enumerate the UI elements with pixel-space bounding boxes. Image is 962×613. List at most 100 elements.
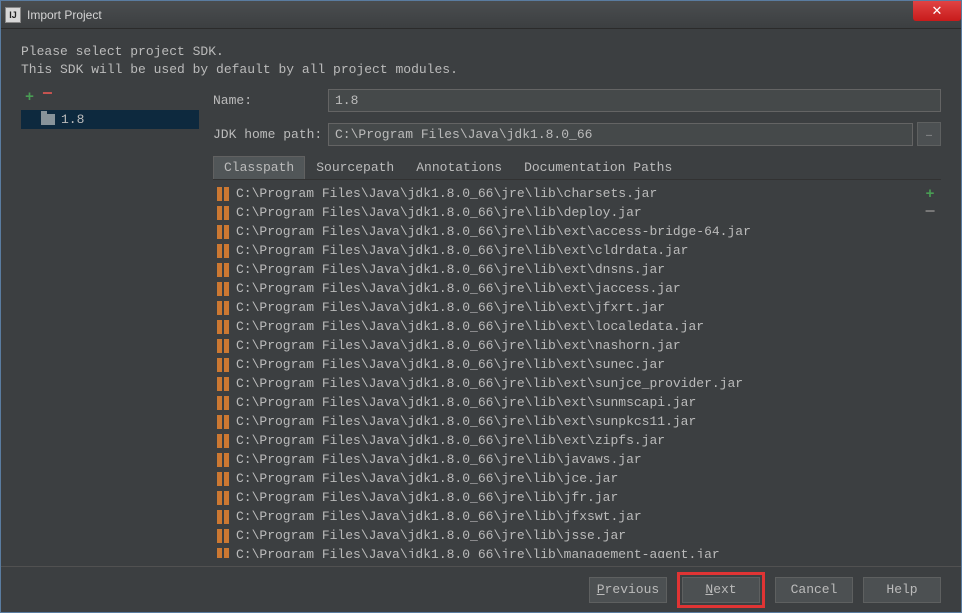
window-title: Import Project: [27, 8, 102, 22]
footer: Previous Next Cancel Help: [1, 566, 961, 612]
classpath-item[interactable]: C:\Program Files\Java\jdk1.8.0_66\jre\li…: [213, 241, 919, 260]
classpath-item[interactable]: C:\Program Files\Java\jdk1.8.0_66\jre\li…: [213, 260, 919, 279]
classpath-item[interactable]: C:\Program Files\Java\jdk1.8.0_66\jre\li…: [213, 412, 919, 431]
app-icon: IJ: [5, 7, 21, 23]
cancel-button[interactable]: Cancel: [775, 577, 853, 603]
add-classpath-button[interactable]: +: [925, 186, 934, 203]
jar-icon: [217, 415, 230, 429]
classpath-item-path: C:\Program Files\Java\jdk1.8.0_66\jre\li…: [236, 393, 696, 412]
classpath-item[interactable]: C:\Program Files\Java\jdk1.8.0_66\jre\li…: [213, 545, 919, 558]
remove-sdk-button[interactable]: −: [42, 89, 53, 106]
classpath-item[interactable]: C:\Program Files\Java\jdk1.8.0_66\jre\li…: [213, 507, 919, 526]
remove-classpath-button[interactable]: −: [925, 207, 936, 219]
jar-icon: [217, 548, 230, 558]
tab-documentation-paths[interactable]: Documentation Paths: [513, 156, 683, 179]
jar-icon: [217, 225, 230, 239]
home-path-label: JDK home path:: [213, 127, 328, 142]
classpath-item[interactable]: C:\Program Files\Java\jdk1.8.0_66\jre\li…: [213, 526, 919, 545]
classpath-item-path: C:\Program Files\Java\jdk1.8.0_66\jre\li…: [236, 374, 743, 393]
tabs: ClasspathSourcepathAnnotationsDocumentat…: [213, 156, 941, 180]
jar-icon: [217, 206, 230, 220]
sdk-sidebar: + − 1.8: [21, 89, 199, 558]
sdk-list[interactable]: 1.8: [21, 110, 199, 558]
classpath-item-path: C:\Program Files\Java\jdk1.8.0_66\jre\li…: [236, 203, 642, 222]
classpath-area: C:\Program Files\Java\jdk1.8.0_66\jre\li…: [213, 182, 941, 558]
sdk-item-selected[interactable]: 1.8: [21, 110, 199, 129]
ellipsis-icon: …: [926, 129, 932, 140]
help-button[interactable]: Help: [863, 577, 941, 603]
close-button[interactable]: ✕: [913, 1, 961, 21]
classpath-item-path: C:\Program Files\Java\jdk1.8.0_66\jre\li…: [236, 317, 704, 336]
classpath-item-path: C:\Program Files\Java\jdk1.8.0_66\jre\li…: [236, 336, 681, 355]
jar-icon: [217, 263, 230, 277]
jar-icon: [217, 491, 230, 505]
jar-icon: [217, 358, 230, 372]
classpath-item[interactable]: C:\Program Files\Java\jdk1.8.0_66\jre\li…: [213, 469, 919, 488]
classpath-item-path: C:\Program Files\Java\jdk1.8.0_66\jre\li…: [236, 431, 665, 450]
classpath-item[interactable]: C:\Program Files\Java\jdk1.8.0_66\jre\li…: [213, 336, 919, 355]
classpath-item-path: C:\Program Files\Java\jdk1.8.0_66\jre\li…: [236, 488, 618, 507]
jar-icon: [217, 282, 230, 296]
classpath-item[interactable]: C:\Program Files\Java\jdk1.8.0_66\jre\li…: [213, 374, 919, 393]
classpath-item-path: C:\Program Files\Java\jdk1.8.0_66\jre\li…: [236, 222, 751, 241]
classpath-item-path: C:\Program Files\Java\jdk1.8.0_66\jre\li…: [236, 241, 688, 260]
add-sdk-button[interactable]: +: [25, 89, 34, 106]
instructions: Please select project SDK. This SDK will…: [21, 43, 941, 79]
jar-icon: [217, 187, 230, 201]
classpath-list[interactable]: C:\Program Files\Java\jdk1.8.0_66\jre\li…: [213, 182, 919, 558]
classpath-item-path: C:\Program Files\Java\jdk1.8.0_66\jre\li…: [236, 469, 618, 488]
browse-button[interactable]: …: [917, 122, 941, 146]
tab-classpath[interactable]: Classpath: [213, 156, 305, 179]
name-label: Name:: [213, 93, 328, 108]
classpath-item[interactable]: C:\Program Files\Java\jdk1.8.0_66\jre\li…: [213, 279, 919, 298]
home-path-row: JDK home path: …: [213, 122, 941, 146]
jar-icon: [217, 472, 230, 486]
jar-icon: [217, 377, 230, 391]
sdk-details-panel: Name: JDK home path: … ClasspathSourcepa…: [213, 89, 941, 558]
jar-icon: [217, 301, 230, 315]
tab-annotations[interactable]: Annotations: [405, 156, 513, 179]
jar-icon: [217, 529, 230, 543]
classpath-item-path: C:\Program Files\Java\jdk1.8.0_66\jre\li…: [236, 184, 657, 203]
name-field-row: Name:: [213, 89, 941, 112]
classpath-toolbar: + −: [919, 182, 941, 558]
sidebar-toolbar: + −: [21, 89, 199, 106]
jar-icon: [217, 434, 230, 448]
classpath-item[interactable]: C:\Program Files\Java\jdk1.8.0_66\jre\li…: [213, 450, 919, 469]
classpath-item[interactable]: C:\Program Files\Java\jdk1.8.0_66\jre\li…: [213, 393, 919, 412]
jar-icon: [217, 244, 230, 258]
classpath-item[interactable]: C:\Program Files\Java\jdk1.8.0_66\jre\li…: [213, 203, 919, 222]
home-path-input[interactable]: [328, 123, 913, 146]
previous-button[interactable]: Previous: [589, 577, 667, 603]
instruction-line-1: Please select project SDK.: [21, 43, 941, 61]
classpath-item[interactable]: C:\Program Files\Java\jdk1.8.0_66\jre\li…: [213, 298, 919, 317]
classpath-item-path: C:\Program Files\Java\jdk1.8.0_66\jre\li…: [236, 412, 696, 431]
classpath-item-path: C:\Program Files\Java\jdk1.8.0_66\jre\li…: [236, 298, 665, 317]
tab-sourcepath[interactable]: Sourcepath: [305, 156, 405, 179]
classpath-item[interactable]: C:\Program Files\Java\jdk1.8.0_66\jre\li…: [213, 317, 919, 336]
classpath-item-path: C:\Program Files\Java\jdk1.8.0_66\jre\li…: [236, 450, 642, 469]
sdk-item-label: 1.8: [61, 112, 84, 127]
folder-icon: [41, 114, 55, 125]
classpath-item[interactable]: C:\Program Files\Java\jdk1.8.0_66\jre\li…: [213, 184, 919, 203]
jar-icon: [217, 453, 230, 467]
classpath-item-path: C:\Program Files\Java\jdk1.8.0_66\jre\li…: [236, 526, 626, 545]
close-icon: ✕: [932, 3, 943, 19]
classpath-item[interactable]: C:\Program Files\Java\jdk1.8.0_66\jre\li…: [213, 431, 919, 450]
next-button-highlight: Next: [677, 572, 765, 608]
jar-icon: [217, 320, 230, 334]
classpath-item[interactable]: C:\Program Files\Java\jdk1.8.0_66\jre\li…: [213, 222, 919, 241]
classpath-item[interactable]: C:\Program Files\Java\jdk1.8.0_66\jre\li…: [213, 488, 919, 507]
classpath-item-path: C:\Program Files\Java\jdk1.8.0_66\jre\li…: [236, 545, 720, 558]
classpath-item-path: C:\Program Files\Java\jdk1.8.0_66\jre\li…: [236, 507, 642, 526]
classpath-item-path: C:\Program Files\Java\jdk1.8.0_66\jre\li…: [236, 355, 665, 374]
classpath-item-path: C:\Program Files\Java\jdk1.8.0_66\jre\li…: [236, 279, 681, 298]
classpath-item[interactable]: C:\Program Files\Java\jdk1.8.0_66\jre\li…: [213, 355, 919, 374]
jar-icon: [217, 339, 230, 353]
classpath-item-path: C:\Program Files\Java\jdk1.8.0_66\jre\li…: [236, 260, 665, 279]
titlebar: IJ Import Project ✕: [1, 1, 961, 29]
next-button[interactable]: Next: [682, 577, 760, 603]
instruction-line-2: This SDK will be used by default by all …: [21, 61, 941, 79]
name-input[interactable]: [328, 89, 941, 112]
main-area: + − 1.8 Name: JDK home path: …: [21, 89, 941, 558]
